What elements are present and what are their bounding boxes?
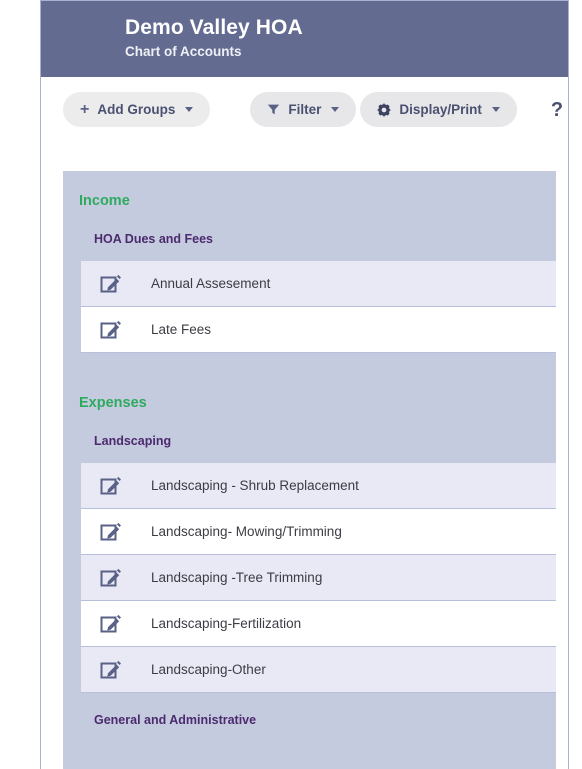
filter-label: Filter (288, 102, 322, 117)
funnel-icon (267, 103, 280, 116)
toolbar: + Add Groups Filter Display/Print ? (41, 77, 568, 142)
chevron-down-icon (491, 107, 500, 112)
page-title: Demo Valley HOA (125, 16, 303, 39)
display-print-button[interactable]: Display/Print (360, 92, 517, 127)
account-name: Landscaping -Tree Trimming (151, 569, 323, 585)
app-header: Demo Valley HOA Chart of Accounts (41, 1, 568, 77)
gear-icon (377, 102, 392, 117)
account-name: Landscaping - Shrub Replacement (151, 477, 359, 493)
account-name: Annual Assesement (151, 275, 271, 291)
group-title: Income (79, 193, 130, 209)
chevron-down-icon (331, 107, 340, 112)
account-row[interactable]: Landscaping-Other (81, 647, 556, 693)
group-title: Expenses (79, 395, 147, 411)
edit-pencil-icon[interactable] (100, 613, 122, 635)
account-row[interactable]: Landscaping - Shrub Replacement (81, 463, 556, 509)
subgroup-title: HOA Dues and Fees (94, 232, 214, 246)
edit-pencil-icon[interactable] (100, 567, 122, 589)
account-name: Landscaping- Mowing/Trimming (151, 523, 342, 539)
subgroup-title: General and Administrative (94, 713, 257, 727)
add-groups-button[interactable]: + Add Groups (63, 92, 211, 127)
edit-pencil-icon[interactable] (100, 319, 122, 341)
account-row[interactable]: Landscaping-Fertilization (81, 601, 556, 647)
account-name: Landscaping-Fertilization (151, 615, 302, 631)
edit-pencil-icon[interactable] (100, 273, 122, 295)
chart-of-accounts-screen: Demo Valley HOA Chart of Accounts + Add … (0, 0, 582, 769)
subgroup-title: Landscaping (94, 434, 172, 448)
filter-button[interactable]: Filter (250, 92, 357, 127)
account-name: Landscaping-Other (151, 661, 266, 677)
account-row[interactable]: Landscaping- Mowing/Trimming (81, 509, 556, 555)
account-row[interactable]: Late Fees (81, 307, 556, 353)
app-panel: Demo Valley HOA Chart of Accounts + Add … (40, 0, 569, 769)
plus-icon: + (80, 100, 90, 118)
edit-pencil-icon[interactable] (100, 475, 122, 497)
page-subtitle: Chart of Accounts (125, 44, 242, 59)
accounts-card: Income HOA Dues and Fees Annual Assesement… (63, 171, 556, 769)
add-groups-label: Add Groups (97, 102, 176, 117)
account-row-list: Landscaping - Shrub Replacement Landscapi… (81, 463, 556, 693)
account-row[interactable]: Landscaping -Tree Trimming (81, 555, 556, 601)
account-row[interactable]: Annual Assesement (81, 261, 556, 307)
edit-pencil-icon[interactable] (100, 659, 122, 681)
account-name: Late Fees (151, 321, 212, 337)
account-row-list: Annual Assesement Late Fees (81, 261, 556, 353)
edit-pencil-icon[interactable] (100, 521, 122, 543)
chevron-down-icon (185, 107, 194, 112)
help-button[interactable]: ? (551, 100, 563, 120)
display-print-label: Display/Print (399, 102, 482, 117)
